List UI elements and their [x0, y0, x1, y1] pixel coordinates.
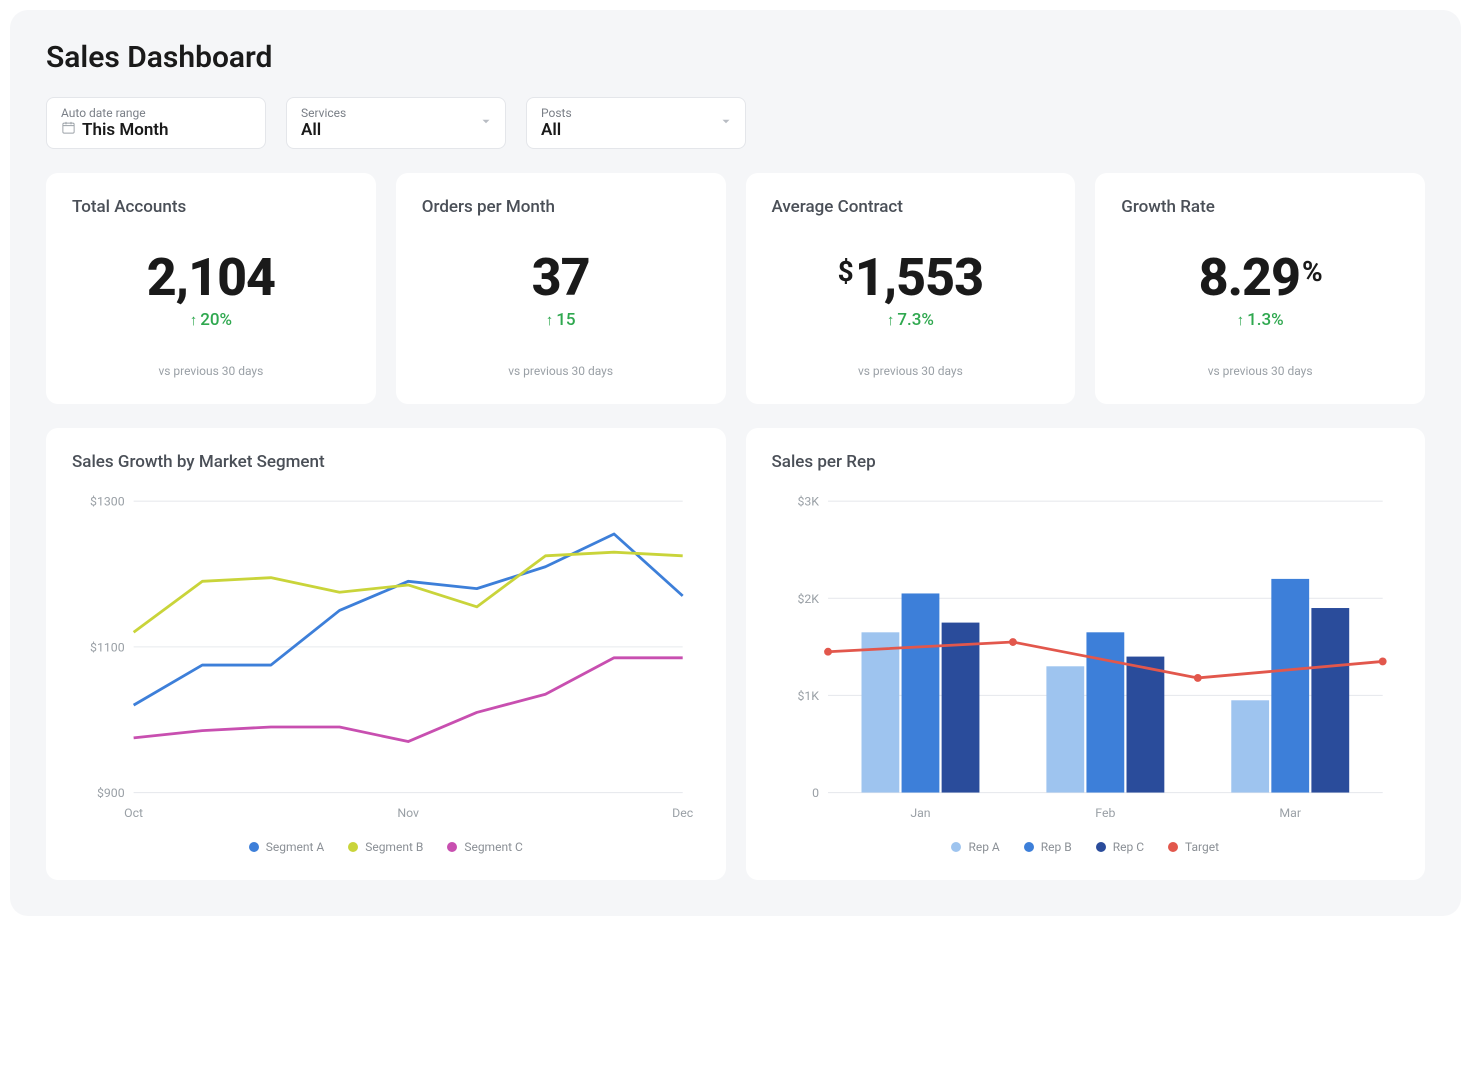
kpi-value: 2,104 [72, 247, 350, 308]
arrow-up-icon: ↑ [887, 311, 895, 329]
svg-text:Nov: Nov [397, 807, 419, 821]
kpi-label: Growth Rate [1121, 197, 1399, 217]
kpi-delta: ↑15 [422, 310, 700, 330]
bar-chart: 0 $1K $2K $3K Jan Feb Mar [772, 490, 1400, 826]
line-chart: $900 $1100 $1300 Oct Nov Dec [72, 490, 700, 826]
legend-item: Target [1168, 840, 1219, 854]
kpi-card-growth-rate: Growth Rate 8.29%↑1.3% vs previous 30 days [1095, 173, 1425, 404]
kpi-compare: vs previous 30 days [72, 364, 350, 378]
kpi-value: $1,553 [772, 247, 1050, 308]
legend-item: Segment B [348, 840, 423, 854]
kpi-delta: ↑7.3% [772, 310, 1050, 330]
kpi-delta: ↑1.3% [1121, 310, 1399, 330]
chart-row: Sales Growth by Market Segment $900 $1100… [46, 428, 1425, 880]
legend-item: Rep A [951, 840, 999, 854]
svg-text:$1300: $1300 [90, 495, 125, 510]
legend-item: Segment C [447, 840, 522, 854]
legend-swatch [1024, 842, 1034, 852]
kpi-compare: vs previous 30 days [772, 364, 1050, 378]
kpi-row: Total Accounts 2,104↑20% vs previous 30 da… [46, 173, 1425, 404]
legend-swatch [1096, 842, 1106, 852]
posts-filter[interactable]: Posts All [526, 97, 746, 149]
legend-label: Rep B [1041, 840, 1072, 854]
legend-swatch [1168, 842, 1178, 852]
kpi-label: Average Contract [772, 197, 1050, 217]
arrow-up-icon: ↑ [546, 311, 554, 329]
legend-item: Rep C [1096, 840, 1144, 854]
legend-swatch [348, 842, 358, 852]
legend-swatch [249, 842, 259, 852]
kpi-label: Total Accounts [72, 197, 350, 217]
kpi-card-total-accounts: Total Accounts 2,104↑20% vs previous 30 da… [46, 173, 376, 404]
arrow-up-icon: ↑ [190, 311, 198, 329]
legend-label: Target [1185, 840, 1219, 854]
legend-label: Segment B [365, 840, 423, 854]
legend-item: Segment A [249, 840, 324, 854]
svg-text:Oct: Oct [124, 807, 143, 821]
legend-label: Rep A [968, 840, 999, 854]
filter-value: All [301, 120, 321, 140]
filter-label: Services [301, 106, 491, 120]
svg-text:$1K: $1K [797, 689, 819, 704]
svg-text:$1100: $1100 [90, 640, 125, 655]
kpi-card-average-contract: Average Contract $1,553↑7.3% vs previous 3… [746, 173, 1076, 404]
kpi-value: 37 [422, 247, 700, 308]
kpi-compare: vs previous 30 days [422, 364, 700, 378]
kpi-delta: ↑20% [72, 310, 350, 330]
chevron-down-icon [479, 114, 493, 133]
calendar-icon [61, 120, 76, 140]
legend-label: Segment C [464, 840, 522, 854]
svg-text:Dec: Dec [672, 807, 694, 821]
chart-legend: Segment A Segment B Segment C [72, 840, 700, 854]
svg-text:0: 0 [812, 787, 819, 801]
svg-text:$900: $900 [97, 786, 125, 801]
page-title: Sales Dashboard [46, 40, 1425, 75]
date-range-filter[interactable]: Auto date range This Month [46, 97, 266, 149]
kpi-card-orders-per-month: Orders per Month 37↑15 vs previous 30 days [396, 173, 726, 404]
chart-card-sales-per-rep: Sales per Rep 0$1K$2K$3KJanFebMar Rep AR… [746, 428, 1426, 880]
arrow-up-icon: ↑ [1237, 311, 1245, 329]
svg-text:Jan: Jan [910, 807, 930, 821]
filter-label: Posts [541, 106, 731, 120]
svg-text:$3K: $3K [797, 495, 819, 510]
svg-text:$2K: $2K [797, 592, 819, 607]
kpi-value: 8.29% [1121, 247, 1399, 308]
svg-text:Mar: Mar [1279, 807, 1301, 821]
filter-bar: Auto date range This Month Services All … [46, 97, 1425, 149]
kpi-label: Orders per Month [422, 197, 700, 217]
filter-label: Auto date range [61, 106, 251, 120]
filter-value: This Month [82, 120, 169, 140]
chart-title: Sales Growth by Market Segment [72, 452, 700, 472]
chevron-down-icon [719, 114, 733, 133]
legend-swatch [951, 842, 961, 852]
dashboard-page: Sales Dashboard Auto date range This Mon… [10, 10, 1461, 916]
chart-title: Sales per Rep [772, 452, 1400, 472]
legend-item: Rep B [1024, 840, 1072, 854]
filter-value: All [541, 120, 561, 140]
legend-label: Rep C [1113, 840, 1144, 854]
chart-card-sales-growth: Sales Growth by Market Segment $900 $1100… [46, 428, 726, 880]
legend-label: Segment A [266, 840, 324, 854]
services-filter[interactable]: Services All [286, 97, 506, 149]
svg-text:Feb: Feb [1095, 807, 1115, 821]
kpi-compare: vs previous 30 days [1121, 364, 1399, 378]
legend-swatch [447, 842, 457, 852]
chart-legend: Rep A Rep B Rep C Target [772, 840, 1400, 854]
